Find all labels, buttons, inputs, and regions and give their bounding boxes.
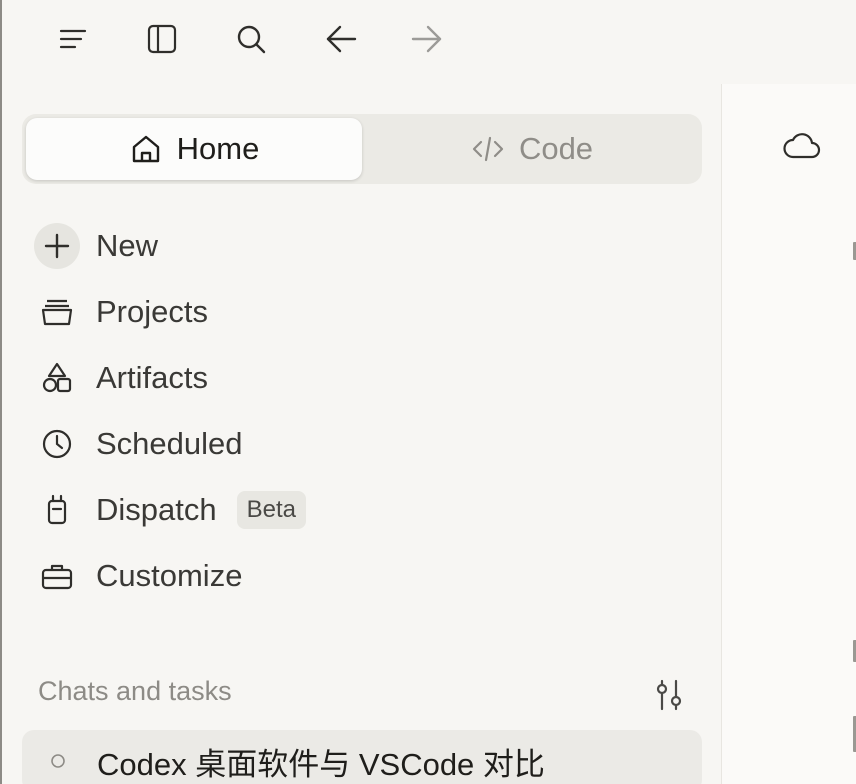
mode-switcher: Home Code <box>22 114 702 184</box>
nav-item-new[interactable]: New <box>22 216 702 276</box>
home-icon <box>132 135 159 163</box>
tab-home[interactable]: Home <box>26 118 362 180</box>
phone-icon <box>47 494 67 525</box>
folder-icon <box>41 299 73 326</box>
nav-item-label: Dispatch <box>96 492 217 527</box>
main-content-pane <box>721 84 856 784</box>
nav-item-label: Projects <box>96 294 208 329</box>
chat-item-title: Codex 桌面软件与 VSCode 对比 <box>97 746 545 782</box>
briefcase-icon <box>41 564 73 590</box>
search-button[interactable] <box>228 16 274 62</box>
sidebar-toggle-icon <box>147 24 177 54</box>
nav-item-scheduled[interactable]: Scheduled <box>22 414 702 474</box>
forward-button[interactable] <box>404 16 450 62</box>
filter-sliders-icon <box>656 679 682 711</box>
tab-code[interactable]: Code <box>366 118 698 180</box>
back-arrow-icon <box>326 25 357 53</box>
status-circle-icon <box>51 754 65 768</box>
menu-icon <box>59 29 87 49</box>
search-icon <box>237 25 266 54</box>
back-button[interactable] <box>318 16 364 62</box>
nav-item-label: Scheduled <box>96 426 243 461</box>
clock-icon <box>42 429 72 459</box>
beta-badge: Beta <box>236 491 306 529</box>
tab-code-label: Code <box>518 131 594 166</box>
top-toolbar <box>0 0 856 80</box>
chats-section-title: Chats and tasks <box>38 676 232 706</box>
plus-icon <box>44 233 70 259</box>
app-window: Home Code New Projects Artifacts Schedul… <box>0 0 856 784</box>
nav-item-label: Customize <box>96 558 243 593</box>
nav-item-dispatch[interactable]: Dispatch Beta <box>22 480 702 540</box>
chat-item[interactable]: Codex 桌面软件与 VSCode 对比 <box>22 730 702 784</box>
shapes-icon <box>42 362 72 393</box>
menu-button[interactable] <box>50 16 96 62</box>
nav-item-artifacts[interactable]: Artifacts <box>22 348 702 408</box>
cloud-icon[interactable] <box>782 126 822 166</box>
nav-item-label: New <box>96 228 159 263</box>
code-icon <box>472 136 504 162</box>
tab-home-label: Home <box>176 131 260 166</box>
nav-item-projects[interactable]: Projects <box>22 282 702 342</box>
window-edge <box>0 0 2 784</box>
chats-filter-button[interactable] <box>646 672 692 718</box>
forward-arrow-icon <box>411 25 442 53</box>
nav-item-label: Artifacts <box>96 360 208 395</box>
sidebar-toggle-button[interactable] <box>139 16 185 62</box>
nav-item-customize[interactable]: Customize <box>22 546 702 606</box>
